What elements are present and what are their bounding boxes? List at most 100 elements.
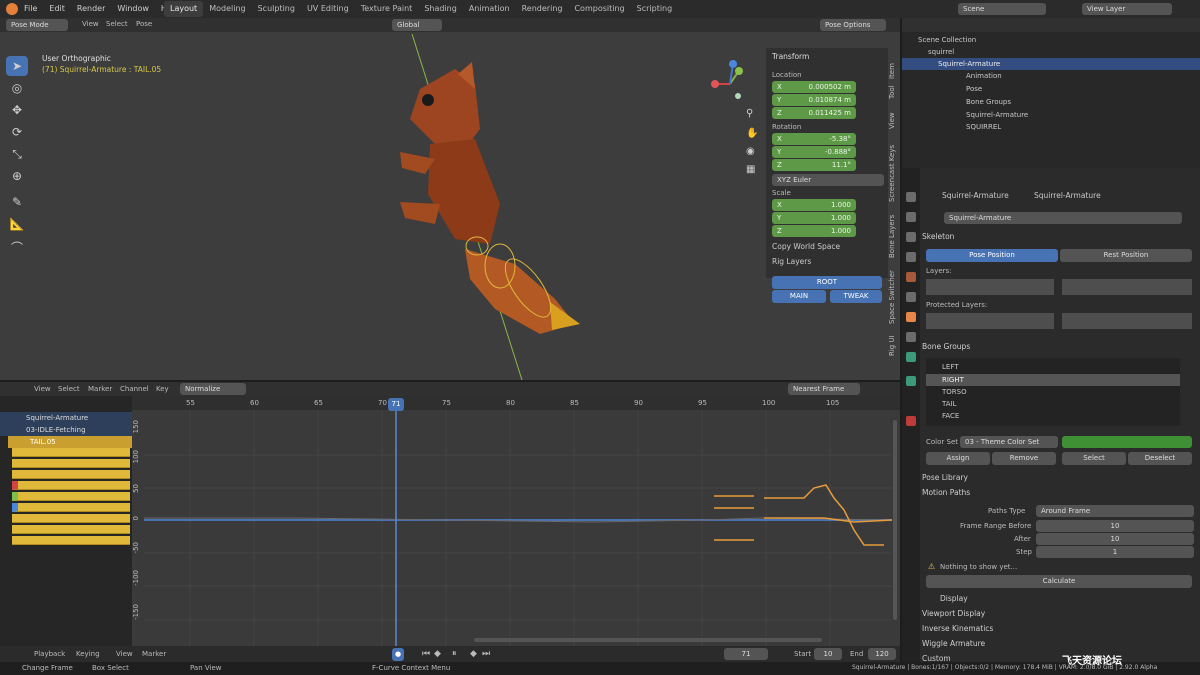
world-tab-icon[interactable] — [906, 292, 916, 302]
layers-grid[interactable] — [926, 279, 1054, 295]
protected-layers-grid-right[interactable] — [1062, 313, 1192, 329]
end-frame-field[interactable]: 120 — [868, 648, 896, 660]
fcurve-channel[interactable] — [12, 503, 130, 512]
wiggle-armature-panel-header[interactable]: Wiggle Armature — [922, 637, 1192, 651]
tool-tab-icon[interactable] — [906, 192, 916, 202]
sidebar-tab-tool[interactable]: Tool — [888, 82, 900, 102]
tab-texture-paint[interactable]: Texture Paint — [355, 1, 419, 17]
fcurve-channel[interactable] — [12, 514, 130, 523]
rig-layers-panel[interactable]: Rig Layers — [772, 257, 811, 266]
frame-ruler[interactable]: 55 60 65 70 75 80 85 90 95 100 105 — [132, 396, 900, 410]
select-button[interactable]: Select — [1062, 452, 1126, 465]
tab-scripting[interactable]: Scripting — [631, 1, 679, 17]
current-frame-field[interactable]: 71 — [724, 648, 768, 660]
rig-layer-tweak-button[interactable]: TWEAK — [830, 290, 882, 303]
grid-icon[interactable]: ▦ — [746, 164, 755, 175]
tab-uv-editing[interactable]: UV Editing — [301, 1, 355, 17]
move-tool-icon[interactable]: ✥ — [6, 100, 28, 120]
outliner-item-bone-groups[interactable]: Bone Groups — [902, 96, 1200, 108]
next-keyframe-icon[interactable]: ◆ — [470, 649, 477, 659]
color-set-select[interactable]: 03 - Theme Color Set — [960, 436, 1058, 448]
outliner-item-animation[interactable]: Animation — [902, 70, 1200, 82]
frame-range-before-field[interactable]: 10 — [1036, 520, 1194, 532]
fcurve-channel[interactable] — [12, 481, 130, 490]
menu-file[interactable]: File — [18, 0, 43, 18]
render-tab-icon[interactable] — [906, 212, 916, 222]
armature-data-tab-icon[interactable] — [906, 352, 916, 362]
rig-layer-root-button[interactable]: ROOT — [772, 276, 882, 289]
fcurve-channel[interactable] — [12, 492, 130, 501]
scene-tab-icon[interactable] — [906, 272, 916, 282]
menu-render[interactable]: Render — [71, 0, 111, 18]
timeline-menu-view[interactable]: View — [116, 650, 133, 658]
paths-type-select[interactable]: Around Frame — [1036, 505, 1194, 517]
deselect-button[interactable]: Deselect — [1128, 452, 1192, 465]
measure-tool-icon[interactable]: 📐 — [6, 214, 28, 234]
bone-groups-panel-header[interactable]: Bone Groups — [922, 340, 1192, 354]
current-frame-indicator[interactable]: 71 — [388, 398, 404, 411]
location-z-field[interactable]: Z 0.011425 m — [772, 107, 856, 119]
graph-menu-key[interactable]: Key — [156, 385, 169, 393]
fcurve-channel[interactable] — [12, 470, 130, 479]
start-frame-field[interactable]: 10 — [814, 648, 842, 660]
rotation-z-field[interactable]: Z 11.1° — [772, 159, 856, 171]
tab-compositing[interactable]: Compositing — [568, 1, 630, 17]
inverse-kinematics-panel-header[interactable]: Inverse Kinematics — [922, 622, 1192, 636]
cursor-tool-icon[interactable]: ◎ — [6, 78, 28, 98]
graph-menu-channel[interactable]: Channel — [120, 385, 149, 393]
tab-modeling[interactable]: Modeling — [203, 1, 251, 17]
scale-z-field[interactable]: Z 1.000 — [772, 225, 856, 237]
pivot-select[interactable]: Nearest Frame — [788, 383, 860, 395]
viewport-menu-pose[interactable]: Pose — [136, 20, 152, 28]
graph-menu-view[interactable]: View — [34, 385, 51, 393]
record-button[interactable]: ● — [392, 648, 404, 661]
outliner-item-squirrel[interactable]: squirrel — [902, 46, 1200, 58]
outliner-item-armature-selected[interactable]: Squirrel-Armature — [902, 58, 1200, 70]
rotation-mode-select[interactable]: XYZ Euler — [772, 174, 884, 186]
tab-rendering[interactable]: Rendering — [516, 1, 569, 17]
menu-window[interactable]: Window — [111, 0, 155, 18]
sidebar-tab-space-switcher[interactable]: Space Switcher — [888, 266, 900, 328]
prev-keyframe-icon[interactable]: ◆ — [434, 649, 441, 659]
pan-hand-icon[interactable]: ✋ — [746, 128, 758, 139]
fcurve-channel[interactable] — [12, 448, 130, 457]
sidebar-tab-view[interactable]: View — [888, 110, 900, 132]
navigation-gizmo[interactable] — [708, 58, 748, 104]
timeline-menu-playback[interactable]: Playback — [34, 650, 65, 658]
outliner-item-squirrel-mesh[interactable]: SQUIRREL — [902, 121, 1200, 133]
transform-tool-icon[interactable]: ⊕ — [6, 166, 28, 186]
play-pause-icon[interactable]: ⏸ — [452, 649, 457, 659]
assign-button[interactable]: Assign — [926, 452, 990, 465]
select-tool-icon[interactable]: ➤ — [6, 56, 28, 76]
pose-library-panel-header[interactable]: Pose Library — [922, 471, 1192, 485]
protected-layers-grid[interactable] — [926, 313, 1054, 329]
fcurve-channel[interactable] — [12, 536, 130, 545]
remove-button[interactable]: Remove — [992, 452, 1056, 465]
tab-layout[interactable]: Layout — [164, 1, 204, 17]
camera-icon[interactable]: ◉ — [746, 146, 755, 157]
jump-end-icon[interactable]: ⏭ — [482, 649, 490, 659]
texture-tab-icon[interactable] — [906, 416, 916, 426]
motion-paths-panel-header[interactable]: Motion Paths — [922, 486, 1192, 500]
viewport-display-panel-header[interactable]: Viewport Display — [922, 607, 1192, 621]
graph-h-scrollbar[interactable] — [474, 638, 822, 642]
blender-logo-icon[interactable] — [6, 3, 18, 15]
scale-tool-icon[interactable]: ⤡ — [6, 144, 28, 164]
outliner-item-pose[interactable]: Pose — [902, 83, 1200, 95]
bone-group-left[interactable]: LEFT — [926, 361, 1180, 373]
location-x-field[interactable]: X 0.000502 m — [772, 81, 856, 93]
scale-y-field[interactable]: Y 1.000 — [772, 212, 856, 224]
fcurve-plot[interactable] — [144, 410, 892, 646]
viewport-menu-view[interactable]: View — [82, 20, 99, 28]
bone-group-tail[interactable]: TAIL — [926, 398, 1180, 410]
channel-action[interactable]: 03-IDLE-Fetching — [0, 424, 132, 436]
channel-group[interactable]: TAIL.05 — [8, 436, 132, 448]
scene-selector[interactable]: Scene — [958, 3, 1046, 15]
object-tab-icon[interactable] — [906, 312, 916, 322]
after-field[interactable]: 10 — [1036, 533, 1194, 545]
sidebar-tab-rig-ui[interactable]: Rig UI — [888, 332, 900, 360]
armature-data-selector[interactable]: Squirrel-Armature — [944, 212, 1182, 224]
tab-shading[interactable]: Shading — [418, 1, 463, 17]
display-panel-header[interactable]: Display — [940, 592, 1192, 606]
outliner-item-armature-data[interactable]: Squirrel-Armature — [902, 109, 1200, 121]
